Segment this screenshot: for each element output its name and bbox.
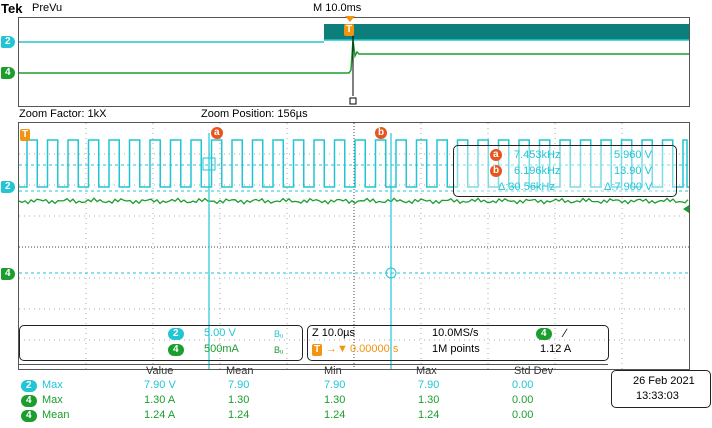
row-std-dev: 0.00 (512, 379, 534, 391)
cursor-b-marker[interactable]: b (375, 127, 388, 139)
measurements-table[interactable]: Value Mean Min Max Std Dev 2 Max 7.90 V … (18, 364, 608, 425)
readout-a-volt: 5.960 V (614, 149, 652, 161)
row-channel-badge: 4 (21, 410, 37, 422)
trigger-level[interactable]: 1.12 A (540, 343, 571, 355)
row-measurement-name: Max (42, 394, 63, 406)
table-row[interactable]: 4 Mean 1.24 A 1.24 1.24 1.24 0.00 (18, 409, 608, 423)
readout-a-freq: 7.453kHz (514, 149, 561, 161)
cursor-readout-box: a 7.453kHz 5.960 V b 6.196kHz 13.90 V Δ:… (453, 145, 677, 197)
trigger-marker-top: T (344, 24, 355, 36)
row-max: 1.30 (418, 394, 440, 406)
col-header-max: Max (416, 365, 437, 377)
row-min: 7.90 (324, 379, 346, 391)
ch4-settings-badge[interactable]: 4 (168, 344, 184, 356)
ch4-level-arrow (683, 205, 689, 213)
row-std-dev: 0.00 (512, 394, 534, 406)
row-value: 1.30 A (144, 394, 176, 406)
readout-b-volt: 13.90 V (614, 165, 652, 177)
zoom-region-highlight (324, 24, 689, 40)
record-length[interactable]: 1M points (432, 343, 480, 355)
readout-b-marker: b (490, 165, 503, 177)
ch4-scale[interactable]: 500mA (204, 343, 239, 355)
trigger-marker-main: T (20, 129, 31, 141)
ch2-settings-badge[interactable]: 2 (168, 328, 184, 340)
row-min: 1.30 (324, 394, 346, 406)
row-mean: 1.30 (228, 394, 250, 406)
trigger-slope-icon: ∕ (564, 326, 567, 340)
row-std-dev: 0.00 (512, 409, 534, 421)
ch4-bandwidth-icon: Bᵤ (274, 345, 284, 355)
col-header-min: Min (324, 365, 342, 377)
readout-delta-freq: Δ:30.56kHz (498, 181, 555, 193)
row-mean: 1.24 (228, 409, 250, 421)
trigger-source-badge[interactable]: 4 (536, 328, 552, 340)
col-header-std-dev: Std Dev (514, 365, 554, 377)
col-header-mean: Mean (226, 365, 254, 377)
row-value: 7.90 V (144, 379, 176, 391)
ch2-scale[interactable]: 5.00 V (204, 327, 236, 339)
date-label: 26 Feb 2021 (633, 375, 695, 387)
readout-delta-volt: Δ:7.900 V (604, 181, 653, 193)
row-measurement-name: Max (42, 379, 63, 391)
ch2-overview-badge[interactable]: 2 (1, 36, 15, 48)
acquisition-box[interactable]: Z 10.0µs T →▼ 0.00000 s 10.0MS/s 1M poin… (307, 325, 609, 361)
trigger-position-icon: T (312, 344, 323, 356)
row-value: 1.24 A (144, 409, 176, 421)
zoom-factor: Zoom Factor: 1kX (19, 108, 107, 120)
trigger-position-value[interactable]: 0.00000 s (350, 343, 398, 355)
datetime-box[interactable]: 26 Feb 2021 13:33:03 (611, 370, 711, 408)
row-mean: 7.90 (228, 379, 250, 391)
row-measurement-name: Mean (42, 409, 70, 421)
sample-rate[interactable]: 10.0MS/s (432, 327, 478, 339)
time-label: 13:33:03 (636, 390, 679, 402)
trigger-arrow-icon: →▼ (326, 343, 348, 355)
row-min: 1.24 (324, 409, 346, 421)
row-channel-badge: 2 (21, 380, 37, 392)
ch2-bandwidth-icon: Bᵤ (274, 329, 284, 339)
ch2-main-badge[interactable]: 2 (1, 181, 15, 193)
trigger-position-arrow (345, 16, 355, 22)
ch4-overview-trace (19, 39, 689, 74)
ch4-main-badge[interactable]: 4 (1, 268, 15, 280)
brand-logo: Tek (1, 1, 23, 16)
readout-a-marker: a (490, 149, 502, 161)
zoom-position: Zoom Position: 156µs (201, 108, 308, 120)
channel-settings-box[interactable]: 2 5.00 V Bᵤ 4 500mA Bᵤ (19, 325, 303, 361)
row-max: 7.90 (418, 379, 440, 391)
row-max: 1.24 (418, 409, 440, 421)
table-row[interactable]: 4 Max 1.30 A 1.30 1.30 1.30 0.00 (18, 394, 608, 408)
ch4-overview-badge[interactable]: 4 (1, 67, 15, 79)
timebase-label: M 10.0ms (313, 2, 362, 14)
table-row[interactable]: 2 Max 7.90 V 7.90 7.90 7.90 0.00 (18, 379, 608, 393)
row-channel-badge: 4 (21, 395, 37, 407)
readout-b-freq: 6.196kHz (514, 165, 561, 177)
acquisition-mode: PreVu (32, 2, 63, 14)
col-header-value: Value (146, 365, 174, 377)
zoom-horizontal-scale[interactable]: Z 10.0µs (312, 327, 355, 339)
cursor-a-marker[interactable]: a (211, 127, 223, 139)
